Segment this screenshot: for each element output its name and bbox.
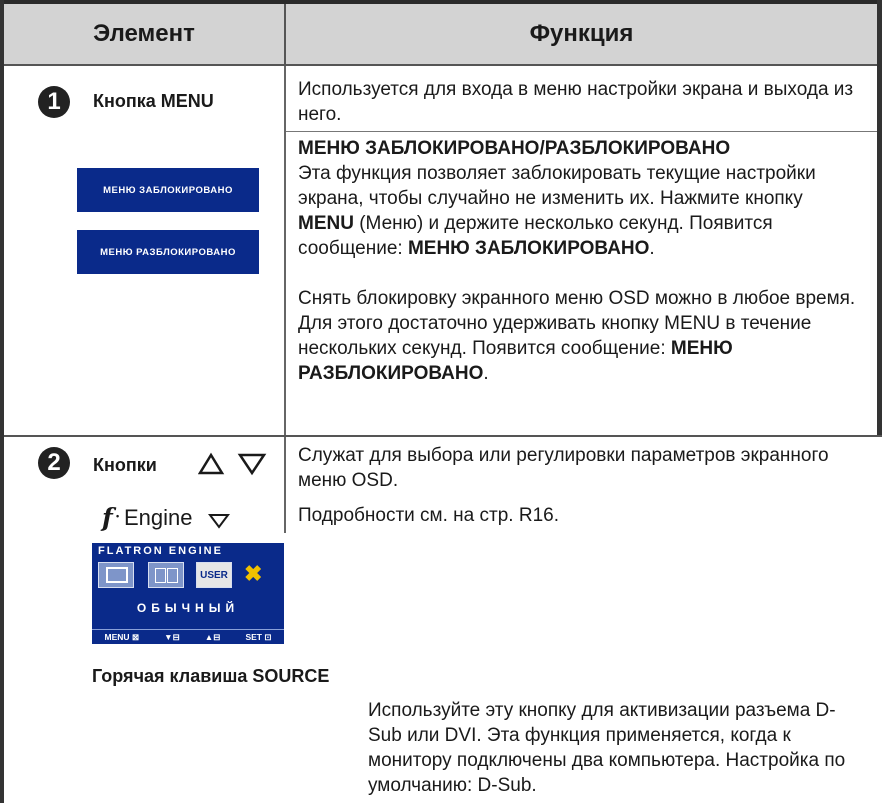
- row1-inner-divider: [286, 131, 877, 132]
- osd-up-hint: ▲⊟: [204, 631, 221, 642]
- row2-label: Кнопки: [93, 455, 157, 475]
- row1-description: Используется для входа в меню настройки …: [298, 79, 854, 125]
- right-rule: [877, 0, 882, 436]
- row2-description: Служат для выбора или регулировки параме…: [298, 445, 829, 491]
- unlock-text: Снять блокировку экранного меню OSD можн…: [298, 288, 856, 359]
- lock-title: МЕНЮ ЗАБЛОКИРОВАНО/РАЗБЛОКИРОВАНО: [298, 138, 731, 159]
- osd-screen-title: FLATRON ENGINE: [98, 545, 223, 557]
- osd-mode-name: ОБЫЧНЫЙ: [136, 601, 240, 615]
- column-divider-2: [284, 437, 286, 533]
- f-engine-description: Подробности см. на стр. R16.: [298, 505, 559, 526]
- user-mode-icon: USER: [196, 562, 232, 588]
- source-description: Используйте эту кнопку для активизации р…: [368, 700, 846, 796]
- unlock-paragraph: Снять блокировку экранного меню OSD можн…: [298, 286, 858, 386]
- column-divider-1: [284, 66, 286, 435]
- osd-locked-text: МЕНЮ ЗАБЛОКИРОВАНО: [103, 184, 233, 196]
- row1-number-badge: 1: [38, 86, 70, 118]
- header-function: Функция: [529, 20, 634, 47]
- lock-p2-end: .: [649, 238, 655, 259]
- lock-p2-msg: МЕНЮ ЗАБЛОКИРОВАНО: [407, 238, 650, 259]
- lock-p2-pre: Нажмите кнопку: [660, 188, 803, 209]
- osd-down-hint: ▼⊟: [164, 631, 180, 642]
- text-mode-icon: [148, 562, 184, 588]
- lock-p2-menu: MENU: [298, 213, 354, 234]
- row1-label: Кнопка MENU: [93, 91, 214, 111]
- table-header: Элемент Функция: [4, 4, 877, 66]
- osd-locked-message: МЕНЮ ЗАБЛОКИРОВАНО: [77, 168, 259, 212]
- osd-unlocked-message: МЕНЮ РАЗБЛОКИРОВАНО: [77, 230, 259, 274]
- osd-set-hint: SET ⊡: [245, 631, 272, 642]
- header-element: Элемент: [93, 20, 195, 47]
- left-rule: [0, 0, 4, 803]
- f-engine-dot-icon: •: [116, 511, 120, 521]
- f-engine-label: Engine: [124, 505, 193, 530]
- unlock-end: .: [483, 363, 489, 384]
- f-engine-logo-icon: f: [102, 503, 113, 532]
- monitor-icon: [98, 562, 134, 588]
- close-icon: ✖: [244, 561, 263, 586]
- osd-unlocked-text: МЕНЮ РАЗБЛОКИРОВАНО: [100, 246, 236, 258]
- f-engine-osd-screen: FLATRON ENGINE USER ✖ ОБЫЧНЫЙ MENU ⊠ ▼⊟ …: [92, 543, 284, 644]
- source-title: Горячая клавиша SOURCE: [92, 666, 330, 686]
- row1-bottom-rule: [4, 435, 882, 437]
- down-triangle-icon: [208, 514, 230, 529]
- lock-paragraph: Эта функция позволяет заблокировать теку…: [298, 161, 858, 261]
- osd-menu-hint: MENU ⊠: [104, 631, 140, 642]
- up-down-triangles-icon: [198, 452, 267, 476]
- osd-bottom-bar: MENU ⊠ ▼⊟ ▲⊟ SET ⊡: [92, 629, 284, 644]
- row2-number-badge: 2: [38, 447, 70, 479]
